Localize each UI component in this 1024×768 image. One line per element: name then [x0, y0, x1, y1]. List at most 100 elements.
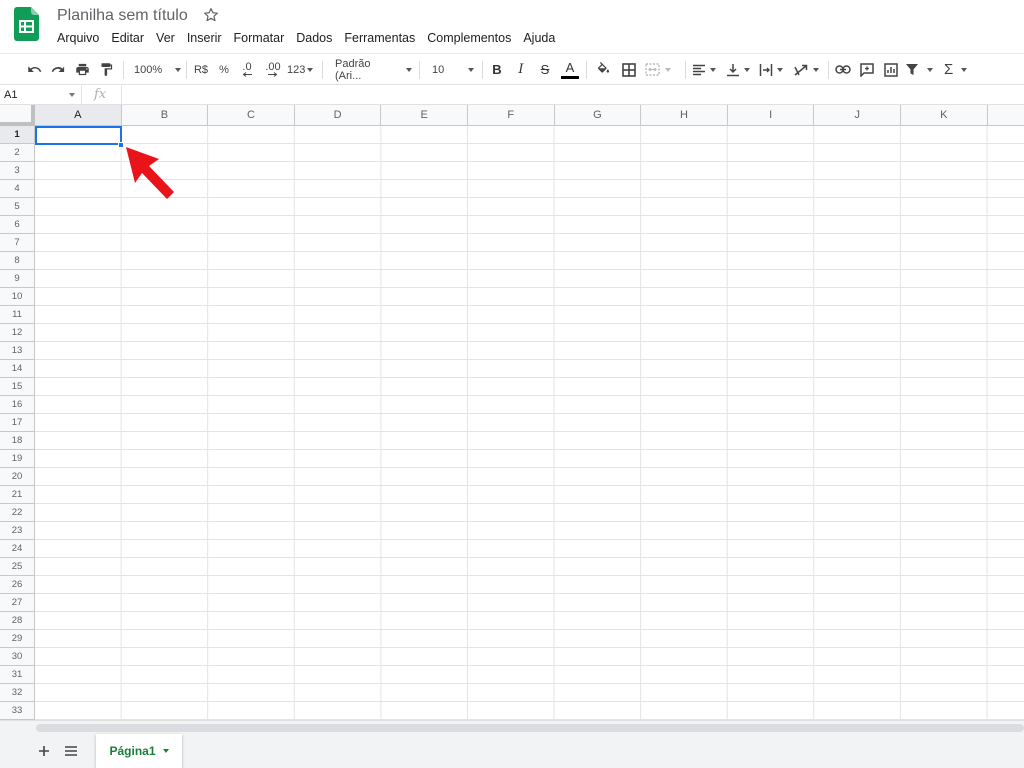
insert-link-button[interactable]	[833, 54, 853, 85]
column-header-i[interactable]: I	[727, 105, 815, 126]
menu-inserir[interactable]: Inserir	[181, 28, 228, 48]
row-header-4[interactable]: 4	[0, 180, 35, 198]
merge-cells-button[interactable]	[645, 54, 679, 85]
italic-button[interactable]: I	[512, 54, 530, 85]
filter-button[interactable]	[905, 54, 939, 85]
filter-icon	[906, 64, 918, 75]
undo-button[interactable]	[24, 54, 44, 85]
row-header-6[interactable]: 6	[0, 216, 35, 234]
font-family-select[interactable]: Padrão (Ari...	[330, 54, 412, 85]
print-button[interactable]	[72, 54, 92, 85]
borders-button[interactable]	[619, 54, 639, 85]
font-size-select[interactable]: 10	[426, 54, 476, 85]
functions-button[interactable]: Σ	[944, 54, 974, 85]
horizontal-scrollbar[interactable]	[0, 720, 1024, 734]
menu-arquivo[interactable]: Arquivo	[51, 28, 105, 48]
column-header-b[interactable]: B	[121, 105, 209, 126]
fill-color-button[interactable]	[593, 54, 613, 85]
text-wrap-button[interactable]	[759, 54, 787, 85]
row-header-19[interactable]: 19	[0, 450, 35, 468]
row-header-8[interactable]: 8	[0, 252, 35, 270]
row-header-31[interactable]: 31	[0, 666, 35, 684]
bold-button[interactable]: B	[488, 54, 506, 85]
row-header-2[interactable]: 2	[0, 144, 35, 162]
chevron-down-icon[interactable]	[162, 749, 169, 753]
formula-input[interactable]	[126, 86, 1016, 104]
row-header-33[interactable]: 33	[0, 702, 35, 720]
row-header-5[interactable]: 5	[0, 198, 35, 216]
row-header-23[interactable]: 23	[0, 522, 35, 540]
text-color-button[interactable]: A	[560, 54, 580, 85]
row-header-1[interactable]: 1	[0, 126, 35, 144]
row-header-26[interactable]: 26	[0, 576, 35, 594]
row-header-13[interactable]: 13	[0, 342, 35, 360]
menu-ver[interactable]: Ver	[150, 28, 181, 48]
row-header-27[interactable]: 27	[0, 594, 35, 612]
all-sheets-menu-icon[interactable]	[62, 742, 80, 760]
insert-comment-button[interactable]	[857, 54, 877, 85]
scrollbar-thumb[interactable]	[36, 724, 1024, 732]
star-icon[interactable]	[202, 6, 220, 24]
menu-dados[interactable]: Dados	[290, 28, 338, 48]
column-header-c[interactable]: C	[208, 105, 295, 126]
row-header-25[interactable]: 25	[0, 558, 35, 576]
text-rotation-button[interactable]	[793, 54, 823, 85]
row-header-11[interactable]: 11	[0, 306, 35, 324]
insert-chart-button[interactable]	[881, 54, 901, 85]
column-header-a[interactable]: A	[35, 105, 122, 126]
selected-cell-a1[interactable]	[35, 126, 122, 145]
row-header-17[interactable]: 17	[0, 414, 35, 432]
row-header-9[interactable]: 9	[0, 270, 35, 288]
row-header-21[interactable]: 21	[0, 486, 35, 504]
menu-formatar[interactable]: Formatar	[228, 28, 291, 48]
currency-format-button[interactable]: R$	[191, 54, 211, 85]
paint-format-button[interactable]	[96, 54, 116, 85]
menu-complementos[interactable]: Complementos	[421, 28, 517, 48]
column-header-j[interactable]: J	[814, 105, 901, 126]
menu-ferramentas[interactable]: Ferramentas	[338, 28, 421, 48]
row-header-3[interactable]: 3	[0, 162, 35, 180]
row-header-14[interactable]: 14	[0, 360, 35, 378]
row-header-32[interactable]: 32	[0, 684, 35, 702]
row-header-28[interactable]: 28	[0, 612, 35, 630]
percent-format-button[interactable]: %	[215, 54, 233, 85]
column-header-d[interactable]: D	[294, 105, 382, 126]
row-header-29[interactable]: 29	[0, 630, 35, 648]
redo-button[interactable]	[48, 54, 68, 85]
vertical-align-button[interactable]	[726, 54, 754, 85]
column-header-f[interactable]: F	[468, 105, 555, 126]
toolbar: 100% R$ % .0 .00 123 Padrão (Ari... 10 B…	[0, 53, 1024, 85]
select-all-corner[interactable]	[0, 105, 35, 126]
row-header-18[interactable]: 18	[0, 432, 35, 450]
add-sheet-icon[interactable]	[35, 742, 53, 760]
column-header-e[interactable]: E	[381, 105, 468, 126]
menu-editar[interactable]: Editar	[105, 28, 150, 48]
sheets-logo-icon[interactable]	[14, 7, 39, 41]
column-header-k[interactable]: K	[901, 105, 988, 126]
zoom-select[interactable]: 100%	[130, 54, 182, 85]
decrease-decimals-button[interactable]: .0	[237, 54, 257, 85]
column-header-g[interactable]: G	[554, 105, 642, 126]
row-header-20[interactable]: 20	[0, 468, 35, 486]
row-header-22[interactable]: 22	[0, 504, 35, 522]
increase-decimals-button[interactable]: .00	[262, 54, 284, 85]
column-header-h[interactable]: H	[641, 105, 728, 126]
row-header-10[interactable]: 10	[0, 288, 35, 306]
strikethrough-button[interactable]: S	[536, 54, 554, 85]
row-header-24[interactable]: 24	[0, 540, 35, 558]
menu-ajuda[interactable]: Ajuda	[517, 28, 561, 48]
row-header-15[interactable]: 15	[0, 378, 35, 396]
document-title[interactable]: Planilha sem título	[57, 6, 188, 26]
cell-area[interactable]	[35, 126, 1024, 720]
name-box[interactable]: A1	[0, 86, 82, 104]
row-header-30[interactable]: 30	[0, 648, 35, 666]
row-header-16[interactable]: 16	[0, 396, 35, 414]
column-header-partial[interactable]	[987, 105, 1024, 126]
menu-bar: Arquivo Editar Ver Inserir Formatar Dado…	[51, 28, 561, 48]
row-header-7[interactable]: 7	[0, 234, 35, 252]
sheet-tab-pagina1[interactable]: Página1	[96, 734, 182, 768]
more-formats-select[interactable]: 123	[287, 54, 315, 85]
row-header-12[interactable]: 12	[0, 324, 35, 342]
horizontal-align-button[interactable]	[692, 54, 720, 85]
chevron-down-icon	[777, 67, 783, 72]
